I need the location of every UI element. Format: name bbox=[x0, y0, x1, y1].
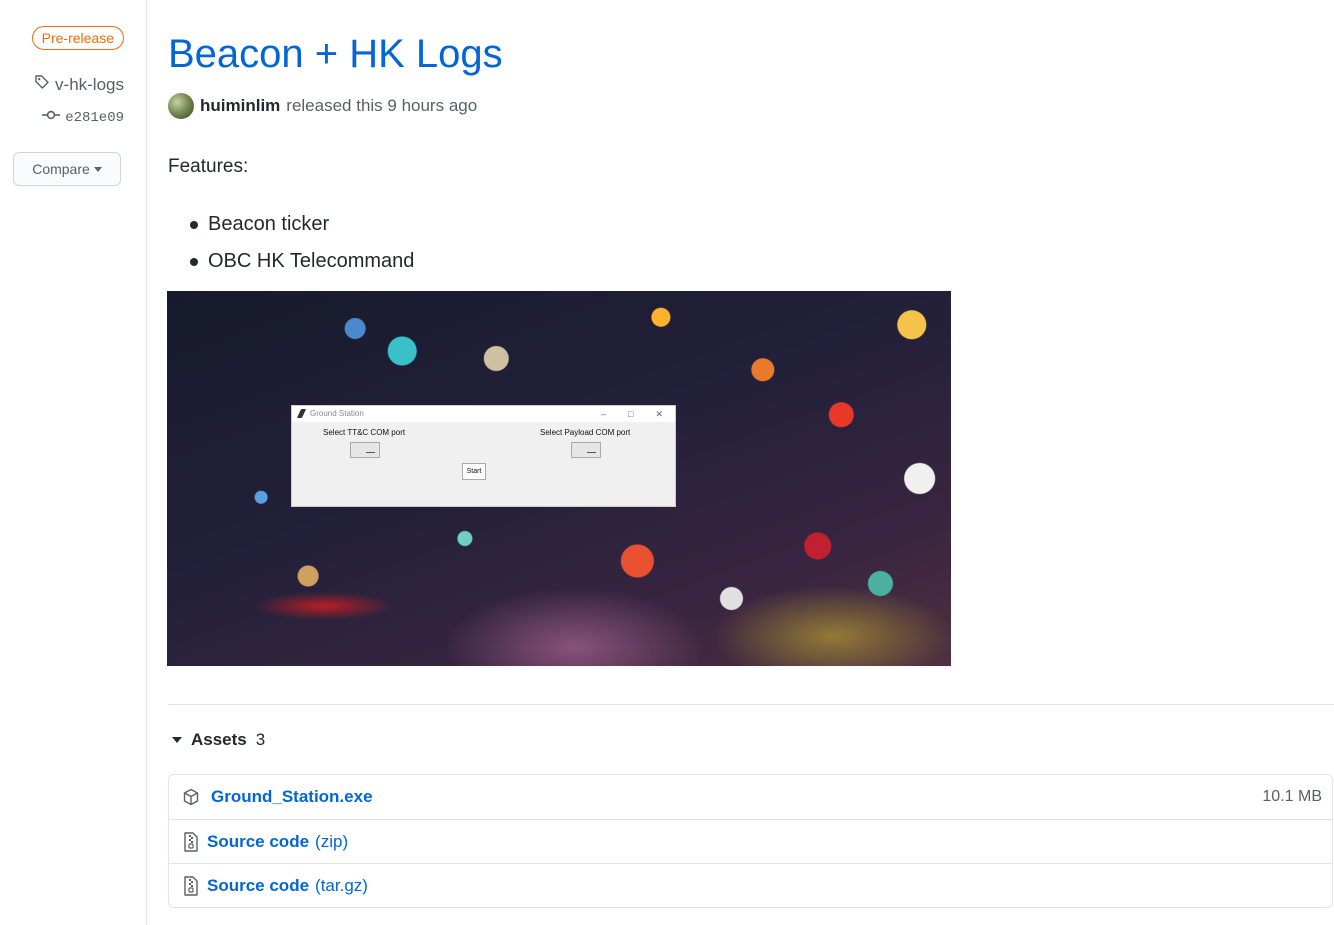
bullet-icon bbox=[190, 257, 198, 266]
chevron-down-icon bbox=[93, 166, 102, 172]
release-preview-image: Ground Station – □ ✕ Select TT&C COM por… bbox=[167, 291, 951, 666]
asset-download-link[interactable]: Ground_Station.exe bbox=[211, 787, 373, 807]
ground-station-window: Ground Station – □ ✕ Select TT&C COM por… bbox=[291, 405, 676, 507]
commit-sha: e281e09 bbox=[65, 109, 124, 126]
triangle-down-icon bbox=[172, 737, 182, 743]
source-targz-link[interactable]: Source code bbox=[207, 876, 309, 896]
release-sidebar: Pre-release v-hk-logs e281e09 Compare bbox=[0, 0, 147, 925]
payload-port-dropdown bbox=[571, 442, 601, 458]
ground-station-titlebar: Ground Station – □ ✕ bbox=[292, 406, 675, 422]
assets-toggle[interactable]: Assets 3 bbox=[172, 730, 265, 750]
assets-count: 3 bbox=[255, 730, 266, 749]
asset-row[interactable]: Source code (tar.gz) bbox=[169, 863, 1332, 907]
source-zip-link[interactable]: Source code bbox=[207, 832, 309, 852]
feature-text: OBC HK Telecommand bbox=[208, 250, 415, 272]
released-time: released this 9 hours ago bbox=[286, 96, 478, 115]
release-byline: huiminlim released this 9 hours ago bbox=[168, 93, 477, 119]
assets-heading: Assets bbox=[191, 730, 247, 749]
assets-list: Ground_Station.exe 10.1 MB Source code (… bbox=[168, 774, 1333, 908]
file-zip-icon bbox=[181, 875, 201, 896]
assets-divider bbox=[168, 704, 1334, 705]
features-heading: Features: bbox=[168, 156, 249, 177]
avatar[interactable] bbox=[168, 93, 194, 119]
compare-button[interactable]: Compare bbox=[13, 152, 121, 186]
release-title-text[interactable]: Beacon + HK Logs bbox=[168, 32, 503, 76]
commit-link[interactable]: e281e09 bbox=[42, 109, 124, 126]
bullet-icon bbox=[190, 220, 198, 229]
prerelease-badge: Pre-release bbox=[31, 26, 124, 50]
author-link[interactable]: huiminlim bbox=[200, 96, 280, 116]
close-icon: ✕ bbox=[655, 409, 663, 419]
tag-link[interactable]: v-hk-logs bbox=[34, 74, 124, 95]
tag-name: v-hk-logs bbox=[55, 74, 124, 94]
list-item: Beacon ticker bbox=[168, 206, 414, 243]
start-button: Start bbox=[462, 463, 486, 480]
asset-size: 10.1 MB bbox=[1262, 788, 1322, 805]
asset-row[interactable]: Ground_Station.exe 10.1 MB bbox=[169, 775, 1332, 819]
package-icon bbox=[181, 788, 201, 806]
feature-list: Beacon ticker OBC HK Telecommand bbox=[168, 206, 414, 280]
maximize-icon: □ bbox=[628, 409, 634, 419]
asset-row[interactable]: Source code (zip) bbox=[169, 819, 1332, 863]
ttc-port-dropdown bbox=[350, 442, 380, 458]
feather-icon bbox=[296, 409, 307, 418]
release-title[interactable]: Beacon + HK Logs bbox=[168, 32, 503, 77]
feature-text: Beacon ticker bbox=[208, 213, 330, 235]
tag-icon bbox=[34, 74, 50, 95]
ground-station-title: Ground Station bbox=[310, 409, 364, 418]
minimize-icon: – bbox=[601, 409, 607, 419]
source-targz-format[interactable]: (tar.gz) bbox=[315, 876, 368, 896]
ttc-port-label: Select TT&C COM port bbox=[323, 428, 406, 437]
payload-port-label: Select Payload COM port bbox=[540, 428, 631, 437]
compare-label: Compare bbox=[32, 161, 90, 177]
source-zip-format[interactable]: (zip) bbox=[315, 832, 348, 852]
window-controls: – □ ✕ bbox=[601, 406, 663, 422]
list-item: OBC HK Telecommand bbox=[168, 243, 414, 280]
file-zip-icon bbox=[181, 831, 201, 852]
commit-icon bbox=[42, 109, 61, 126]
